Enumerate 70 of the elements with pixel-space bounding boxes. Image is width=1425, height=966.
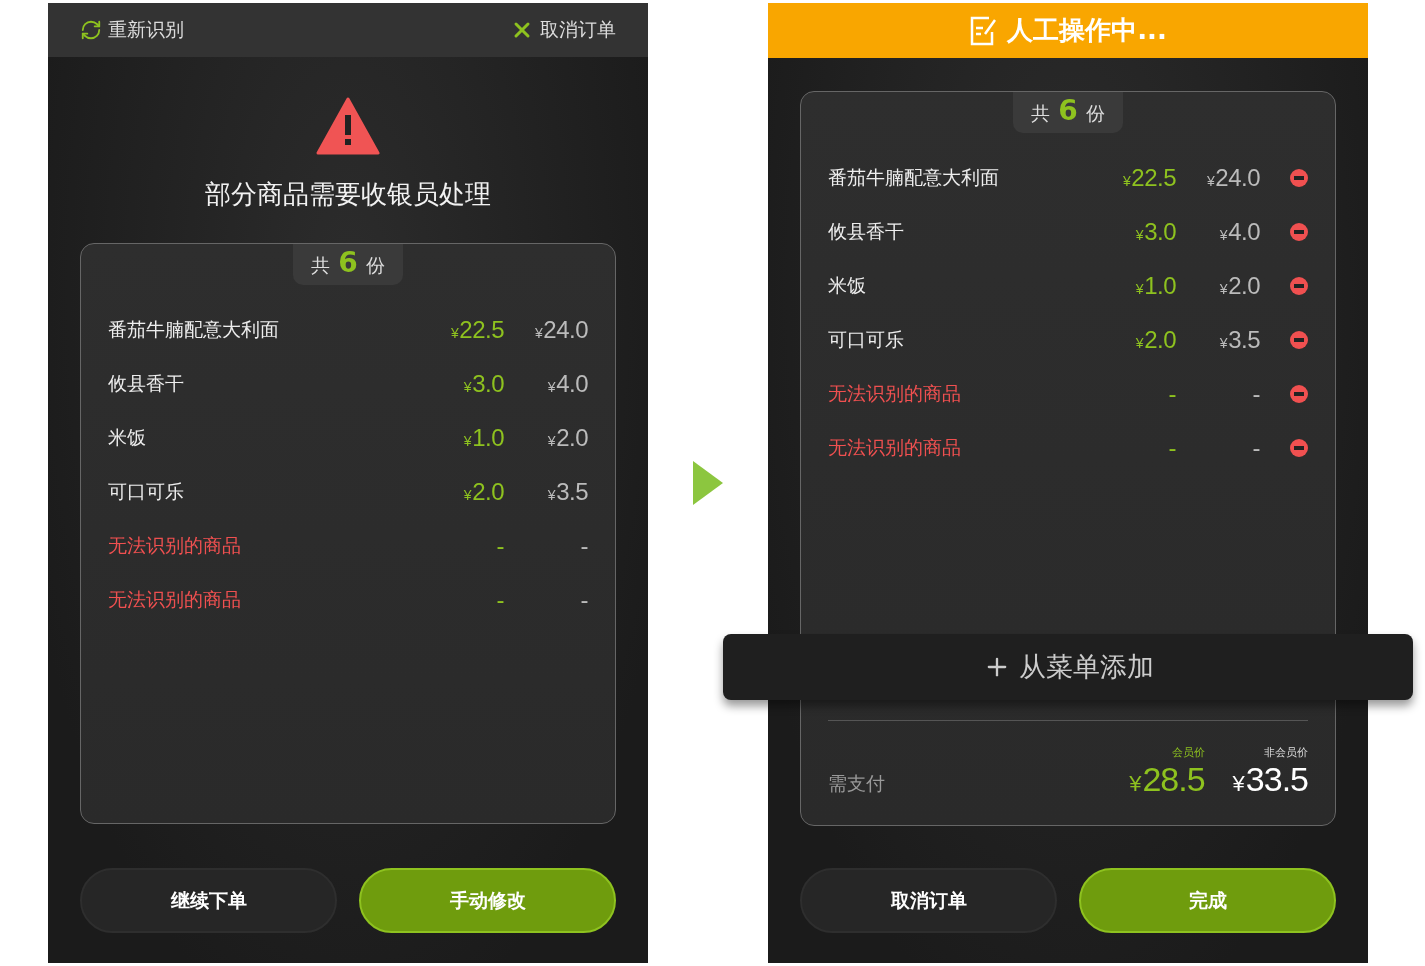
play-arrow-icon	[693, 461, 723, 505]
regular-price-label: 非会员价	[1264, 745, 1308, 760]
count-label: 共	[311, 253, 331, 278]
minus-icon	[1294, 230, 1304, 234]
item-name: 番茄牛腩配意大利面	[828, 165, 1000, 190]
item-name: 攸县香干	[828, 219, 905, 244]
add-from-menu-button[interactable]: 从菜单添加	[723, 634, 1413, 700]
item-price: -	[1251, 434, 1260, 462]
remove-button[interactable]	[1290, 439, 1308, 457]
remove-button[interactable]	[1290, 169, 1308, 187]
item-price: ¥24.0	[1206, 164, 1260, 192]
item-price: ¥4.0	[1218, 218, 1260, 246]
count-unit: 份	[365, 253, 385, 278]
regular-total: ¥33.5	[1232, 760, 1308, 799]
item-name: 米饭	[828, 273, 867, 298]
item-price: -	[1251, 380, 1260, 408]
member-price: ¥3.0	[1134, 218, 1176, 246]
item-name: 米饭	[108, 425, 147, 450]
item-price: ¥3.5	[546, 478, 588, 506]
remove-button[interactable]	[1290, 223, 1308, 241]
edit-icon	[969, 15, 998, 46]
member-price: ¥2.0	[462, 478, 504, 506]
item-name: 无法识别的商品	[828, 435, 962, 460]
member-price: -	[495, 532, 504, 560]
warning-icon	[316, 97, 380, 155]
count-label: 共	[1031, 101, 1051, 126]
item-price: ¥24.0	[534, 316, 588, 344]
item-price: ¥3.5	[1218, 326, 1260, 354]
member-price: ¥1.0	[462, 424, 504, 452]
member-total: ¥28.5	[1129, 760, 1205, 799]
minus-icon	[1294, 338, 1304, 342]
member-price: -	[1167, 434, 1176, 462]
secondary-button[interactable]: 继续下单	[80, 868, 337, 933]
item-name: 无法识别的商品	[108, 587, 242, 612]
count-number: 6	[1058, 94, 1078, 127]
secondary-button[interactable]: 取消订单	[800, 868, 1057, 933]
remove-button[interactable]	[1290, 331, 1308, 349]
item-name: 可口可乐	[828, 327, 905, 352]
member-price: -	[495, 586, 504, 614]
minus-icon	[1294, 446, 1304, 450]
item-name: 无法识别的商品	[828, 381, 962, 406]
item-name: 可口可乐	[108, 479, 185, 504]
member-price: ¥2.0	[1134, 326, 1176, 354]
remove-button[interactable]	[1290, 385, 1308, 403]
item-name: 无法识别的商品	[108, 533, 242, 558]
retry-button[interactable]: 重新识别	[80, 17, 184, 43]
minus-icon	[1294, 176, 1304, 180]
member-price: ¥22.5	[450, 316, 504, 344]
member-price: ¥3.0	[462, 370, 504, 398]
item-price: ¥4.0	[546, 370, 588, 398]
member-price: -	[1167, 380, 1176, 408]
item-name: 攸县香干	[108, 371, 185, 396]
total-label: 需支付	[828, 771, 886, 796]
remove-button[interactable]	[1290, 277, 1308, 295]
count-number: 6	[338, 246, 358, 279]
minus-icon	[1294, 284, 1304, 288]
alert-message: 部分商品需要收银员处理	[205, 178, 491, 211]
item-price: ¥2.0	[1218, 272, 1260, 300]
member-price: ¥22.5	[1122, 164, 1176, 192]
item-name: 番茄牛腩配意大利面	[108, 317, 280, 342]
minus-icon	[1294, 392, 1304, 396]
count-unit: 份	[1085, 101, 1105, 126]
item-price: -	[579, 532, 588, 560]
item-price: -	[579, 586, 588, 614]
member-price-label: 会员价	[1171, 745, 1205, 760]
member-price: ¥1.0	[1134, 272, 1176, 300]
cancel-order-button[interactable]: 取消订单	[510, 17, 616, 43]
banner-title: 人工操作中...	[1007, 14, 1167, 47]
item-price: ¥2.0	[546, 424, 588, 452]
refresh-icon	[80, 19, 102, 41]
